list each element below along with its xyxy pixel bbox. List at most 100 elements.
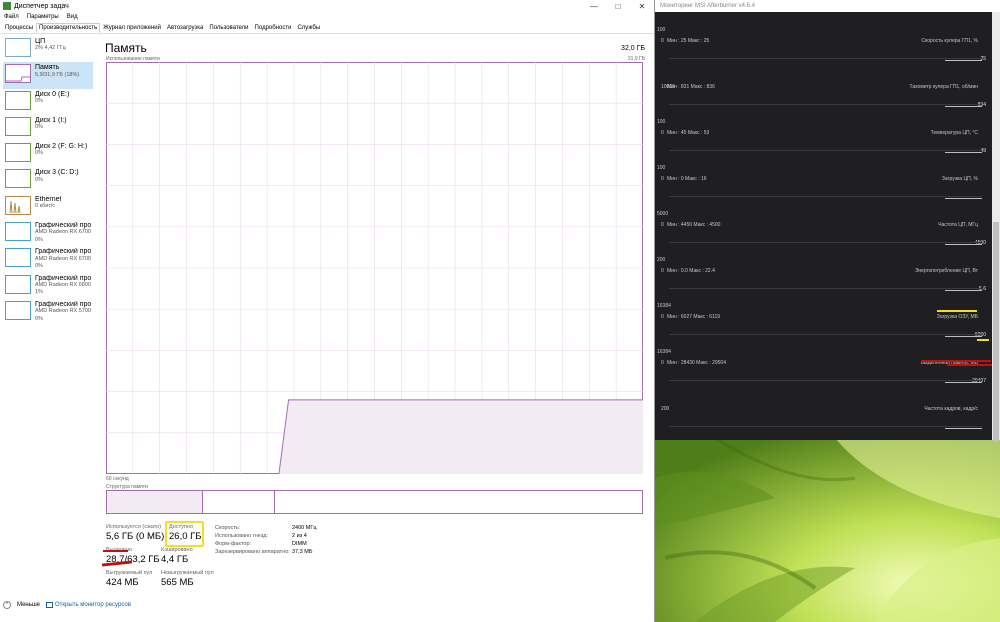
sidebar-item-cpu[interactable]: ЦП 2% 4,42 ГГц (3, 36, 93, 62)
info-slots: Использовано гнезд: 2 из 4 (215, 533, 307, 539)
stat-cached-label: Кэшировано (161, 547, 193, 553)
open-resource-monitor-link[interactable]: Открыть монитор ресурсов (46, 602, 131, 608)
graph-name: Тахометр кулера ГП1, об/мин (909, 84, 978, 90)
sidebar-item-gpu[interactable]: Графический про AMD Radeon RX 5700 0% (3, 299, 93, 325)
menu-file[interactable]: Файл (4, 14, 19, 20)
stat-paged-pool-value: 424 МБ (106, 577, 139, 588)
graph-name: Энергопотребление ЦП, Вт (914, 268, 978, 274)
minimize-button[interactable]: — (582, 2, 606, 11)
sidebar-item-label: Графический про (35, 274, 91, 282)
tab-startup[interactable]: Автозагрузка (164, 23, 206, 33)
disk-thumbnail-graph (5, 90, 31, 110)
graph-minmax: Мин : 6027 Макс : 6119 (667, 314, 721, 320)
stat-in-use-value: 5,6 ГБ (0 МБ) (106, 531, 165, 542)
graph-trace (945, 428, 982, 429)
info-form-factor-label: Форм-фактор: (215, 541, 252, 547)
info-slots-label: Использовано гнезд: (215, 533, 268, 539)
graph-baseline (669, 196, 982, 197)
sidebar-item-net[interactable]: Ethernet 0 кбит/с (3, 194, 93, 220)
graph-baseline (669, 150, 982, 151)
tab-performance[interactable]: Производительность (36, 23, 101, 33)
sidebar-item-label: Диск 3 (C: D:) (35, 169, 79, 177)
graph-scale-label: 100 (657, 119, 666, 125)
sidebar-item-gpu[interactable]: Графический про AMD Radeon RX 6800 1% (3, 273, 93, 299)
stat-nonpaged-pool: Невыгружаемый пул 565 МБ (161, 570, 214, 588)
info-hardware-reserved-value: 37,3 МБ (292, 549, 313, 555)
tab-processes[interactable]: Процессы (2, 23, 36, 33)
sidebar-item-detail: AMD Radeon RX 6700 X (35, 229, 91, 236)
disk-thumbnail-graph (5, 169, 31, 189)
sidebar-item-disk[interactable]: Диск 1 (I:) 0% (3, 115, 93, 141)
stat-paged-pool-label: Выгружаемый пул (106, 570, 153, 576)
info-hardware-reserved: Зарезервировано аппаратно: 37,3 МБ (215, 549, 312, 555)
tab-app-history[interactable]: Журнал приложений (100, 23, 164, 33)
stat-nonpaged-pool-value: 565 МБ (161, 577, 194, 588)
maximize-button[interactable]: □ (606, 2, 630, 11)
red-annotation-line (921, 360, 991, 362)
sidebar-item-text: Графический про AMD Radeon RX 6800 1% (35, 275, 91, 297)
graph-scale-label: 5000 (657, 211, 669, 217)
graph-axis-label: 0 (661, 176, 664, 182)
graph-name: Загрузка ЦП, % (941, 176, 978, 182)
mem-thumbnail-graph (5, 64, 31, 84)
sidebar-item-disk[interactable]: Диск 3 (C: D:) 0% (3, 167, 93, 193)
sidebar-item-label: Память (35, 64, 60, 72)
sidebar-item-usage: 0% (35, 315, 43, 322)
memory-structure-bar (106, 490, 643, 514)
graph-minmax: Мин : 0.0 Макс : 22.4 (667, 268, 715, 274)
yellow-highlight-box (165, 521, 204, 547)
usage-area (278, 399, 643, 474)
memory-panel: Память 32,0 ГБ Использование памяти 31,9… (101, 38, 645, 598)
graph-current-value: 834 (977, 102, 986, 108)
graph-trace (945, 60, 982, 61)
graph-current-value: 25 (980, 56, 986, 62)
graph-minmax: Мин : 25 Макс : 25 (667, 38, 710, 44)
chevron-up-icon[interactable]: ⌃ (3, 601, 11, 609)
graph-current-value: 6060 (974, 332, 986, 338)
graph-scale-label: 200 (657, 257, 666, 263)
sidebar-item-disk[interactable]: Диск 2 (F: G: H:) 0% (3, 141, 93, 167)
graph-axis-label: 0 (661, 38, 664, 44)
stat-nonpaged-pool-label: Невыгружаемый пул (161, 570, 214, 576)
graph-minmax: Мин : 28430 Макс : 29504 (667, 360, 726, 366)
task-manager-window: Диспетчер задач — □ ✕ Файл Параметры Вид… (0, 0, 655, 622)
tab-users[interactable]: Пользователи (206, 23, 251, 33)
graph-baseline (669, 104, 982, 105)
graph-scale-label: 100 (657, 27, 666, 33)
scrollbar-thumb[interactable] (993, 222, 999, 442)
graph-baseline (669, 242, 982, 243)
graph-axis-label: 0 (661, 268, 664, 274)
graph-trace (945, 106, 982, 107)
sidebar-item-gpu[interactable]: Графический про AMD Radeon RX 6700 X 0% (3, 220, 93, 246)
info-form-factor-value: DIMM (292, 541, 307, 547)
tab-details[interactable]: Подробности (252, 23, 295, 33)
stat-in-use-label: Используется (сжато) (106, 524, 162, 530)
gpu-thumbnail-graph (5, 248, 31, 268)
sidebar-item-gpu[interactable]: Графический про AMD Radeon RX 6700 X 0% (3, 246, 93, 272)
sidebar-item-text: Память 5,9/31,9 ГБ (18%) (35, 64, 79, 79)
tab-services[interactable]: Службы (294, 23, 323, 33)
sidebar-item-usage: 0% (35, 262, 43, 269)
graph-axis-label: 0 (661, 130, 664, 136)
stat-in-use: Используется (сжато) 5,6 ГБ (0 МБ) (106, 524, 164, 542)
memory-total: 32,0 ГБ (621, 45, 645, 52)
yellow-annotation-line (937, 310, 977, 312)
sidebar-item-mem[interactable]: Память 5,9/31,9 ГБ (18%) (3, 62, 93, 89)
sidebar-item-label: Графический про (35, 222, 91, 230)
sidebar-item-text: ЦП 2% 4,42 ГГц (35, 38, 66, 53)
afterburner-scrollbar[interactable] (992, 12, 1000, 442)
graph-minmax: Мин : 831 Макс : 836 (667, 84, 715, 90)
footer: ⌃ Меньше Открыть монитор ресурсов (3, 601, 131, 609)
graph-baseline (669, 334, 982, 335)
sidebar-item-label: Диск 2 (F: G: H:) (35, 143, 88, 151)
sidebar-item-disk[interactable]: Диск 0 (E:) 0% (3, 89, 93, 115)
sidebar-item-label: Диск 1 (I:) (35, 116, 67, 124)
fewer-details-button[interactable]: Меньше (17, 602, 40, 608)
close-button[interactable]: ✕ (630, 2, 654, 11)
info-speed-value: 2400 МГц (292, 525, 317, 531)
sidebar-item-text: Ethernet 0 кбит/с (35, 196, 61, 211)
menu-options[interactable]: Параметры (27, 14, 59, 20)
graph-minmax: Мин : 4450 Макс : 4500 (667, 222, 721, 228)
menu-view[interactable]: Вид (67, 14, 78, 20)
info-speed-label: Скорость: (215, 525, 241, 531)
